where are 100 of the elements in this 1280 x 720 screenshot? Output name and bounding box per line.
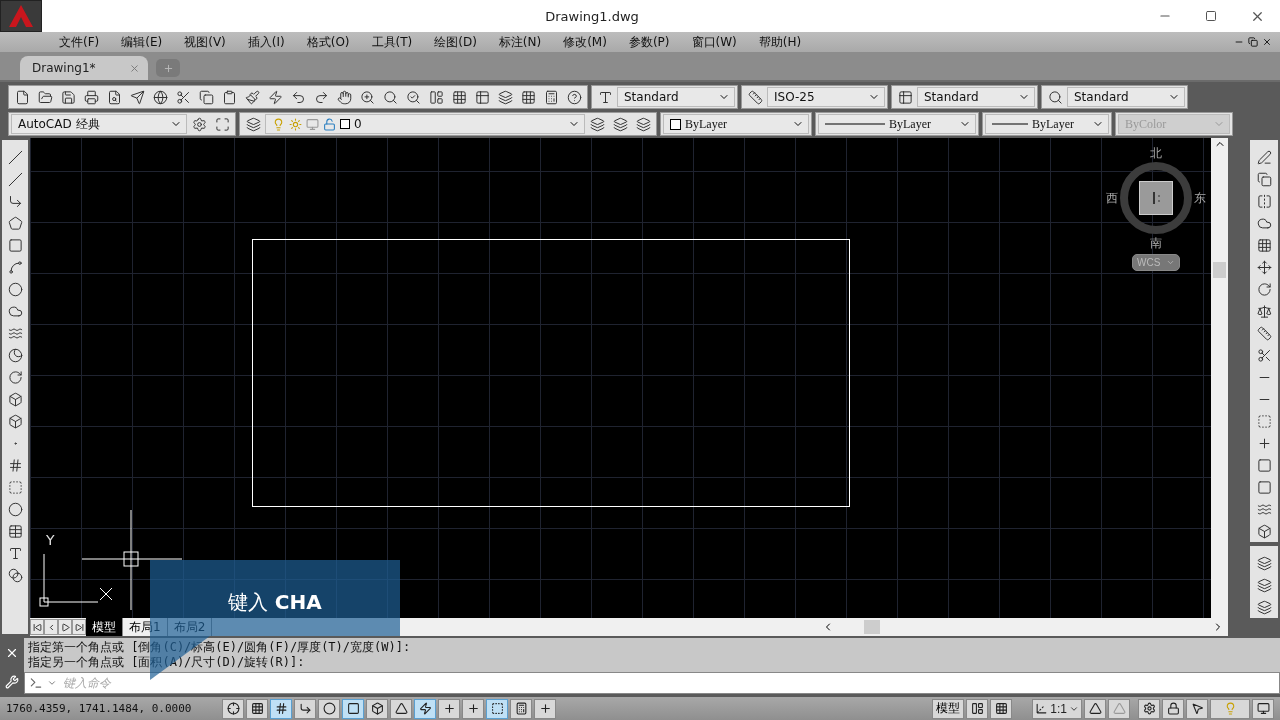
menu-item[interactable]: 参数(P) — [617, 33, 681, 51]
menu-item[interactable]: 标注(N) — [487, 33, 553, 51]
app-logo-icon[interactable] — [0, 0, 42, 32]
workspace-settings-button[interactable] — [1138, 698, 1160, 719]
vertical-scrollbar[interactable] — [1211, 138, 1228, 618]
menu-item[interactable]: 视图(V) — [173, 33, 237, 51]
property-dropdown[interactable]: ByLayer — [985, 114, 1109, 134]
hatch-icon[interactable] — [7, 457, 23, 473]
dimension-style-icon[interactable] — [747, 89, 763, 105]
lock-button[interactable] — [1162, 698, 1184, 719]
snap-toggle[interactable] — [246, 698, 268, 719]
restore-icon[interactable] — [1248, 37, 1258, 47]
paste-icon[interactable] — [221, 89, 237, 105]
annotation-scale-button[interactable]: 1:1 — [1032, 698, 1082, 719]
menu-item[interactable]: 插入(I) — [236, 33, 296, 51]
print-icon[interactable] — [83, 89, 99, 105]
insert-block-icon[interactable] — [7, 391, 23, 407]
zoom-previous-icon[interactable] — [405, 89, 421, 105]
line-icon[interactable] — [7, 149, 23, 165]
folder-icon[interactable] — [37, 89, 53, 105]
undo-icon[interactable] — [290, 89, 306, 105]
command-line-field[interactable]: 键入命令 — [24, 672, 1280, 694]
layout-tab[interactable]: 模型 — [86, 618, 123, 636]
ellipse-arc-icon[interactable] — [7, 369, 23, 385]
tool-palette-icon[interactable] — [474, 89, 490, 105]
object-snap-toggle[interactable] — [342, 698, 364, 719]
zoom-window-icon[interactable] — [382, 89, 398, 105]
grid-toggle[interactable] — [270, 698, 292, 719]
zoom-icon[interactable] — [359, 89, 375, 105]
close-icon[interactable] — [1262, 37, 1272, 47]
annotation-visibility-button[interactable] — [1084, 698, 1106, 719]
pan-icon[interactable] — [336, 89, 352, 105]
rectangle-icon[interactable] — [7, 237, 23, 253]
cut-icon[interactable] — [175, 89, 191, 105]
menu-item[interactable]: 绘图(D) — [423, 33, 488, 51]
menu-item[interactable]: 修改(M) — [552, 33, 618, 51]
add-selected-icon[interactable] — [7, 567, 23, 583]
new-icon[interactable] — [14, 89, 30, 105]
properties-icon[interactable] — [428, 89, 444, 105]
menu-item[interactable]: 工具(T) — [360, 33, 424, 51]
arc-icon[interactable] — [7, 259, 23, 275]
property-dropdown[interactable]: ByLayer — [663, 114, 809, 134]
quick-view-button[interactable] — [990, 698, 1013, 719]
join-icon[interactable] — [1256, 435, 1272, 451]
array-icon[interactable] — [1256, 237, 1272, 253]
construction-line-icon[interactable] — [7, 171, 23, 187]
dynamic-input-toggle[interactable] — [438, 698, 460, 719]
move-icon[interactable] — [1256, 259, 1272, 275]
selection-cycling-toggle[interactable] — [534, 698, 556, 719]
model-space-button[interactable]: 模型 — [932, 698, 965, 719]
menu-item[interactable]: 编辑(E) — [110, 33, 174, 51]
scroll-thumb[interactable] — [1213, 262, 1226, 278]
table-icon[interactable] — [7, 523, 23, 539]
last-icon[interactable] — [74, 622, 84, 632]
style-dropdown[interactable]: ISO-25 — [767, 87, 885, 107]
layer-dropdown[interactable]: 0 — [265, 114, 585, 134]
snap-infer-toggle[interactable] — [222, 698, 244, 719]
trim-icon[interactable] — [1256, 347, 1272, 363]
settings-icon[interactable] — [191, 116, 207, 132]
document-tab[interactable]: Drawing1* — [20, 56, 148, 80]
redo-icon[interactable] — [313, 89, 329, 105]
style-dropdown[interactable]: Standard — [917, 87, 1035, 107]
workspace-dropdown[interactable]: AutoCAD 经典 — [11, 114, 187, 134]
menu-item[interactable]: 格式(O) — [295, 33, 361, 51]
gradient-icon[interactable] — [7, 479, 23, 495]
lineweight-toggle[interactable] — [462, 698, 484, 719]
ellipse-icon[interactable] — [7, 347, 23, 363]
multileader-style-icon[interactable] — [1047, 89, 1063, 105]
layout-view-button[interactable] — [966, 698, 989, 719]
save-icon[interactable] — [60, 89, 76, 105]
mirror-icon[interactable] — [1256, 193, 1272, 209]
text-icon[interactable] — [7, 545, 23, 561]
revision-cloud-icon[interactable] — [7, 303, 23, 319]
brush-icon[interactable] — [244, 89, 260, 105]
menu-item[interactable]: 帮助(H) — [747, 33, 813, 51]
command-input-field[interactable]: 键入命令 — [61, 675, 1279, 691]
style-dropdown[interactable]: Standard — [617, 87, 735, 107]
style-dropdown[interactable]: Standard — [1067, 87, 1185, 107]
workspace-icon[interactable] — [214, 116, 230, 132]
wrench-icon[interactable] — [5, 675, 19, 690]
rotate-icon[interactable] — [1256, 281, 1272, 297]
layer-previous-icon[interactable] — [612, 116, 628, 132]
dynamic-ucs-toggle[interactable] — [414, 698, 436, 719]
next-icon[interactable] — [60, 622, 70, 632]
menu-item[interactable]: 文件(F) — [48, 33, 111, 51]
scroll-thumb[interactable] — [864, 620, 880, 634]
preview-icon[interactable] — [106, 89, 122, 105]
hardware-button[interactable] — [1186, 698, 1208, 719]
copy-object-icon[interactable] — [1256, 171, 1272, 187]
menu-item[interactable]: 窗口(W) — [680, 33, 748, 51]
transparency-toggle[interactable] — [486, 698, 508, 719]
layer-states-icon[interactable] — [635, 116, 651, 132]
polar-toggle[interactable] — [318, 698, 340, 719]
text-style-icon[interactable] — [597, 89, 613, 105]
clean-screen-button[interactable] — [1252, 698, 1274, 719]
erase-icon[interactable] — [1256, 149, 1272, 165]
publish-icon[interactable] — [129, 89, 145, 105]
make-block-icon[interactable] — [7, 413, 23, 429]
property-dropdown[interactable]: ByLayer — [818, 114, 976, 134]
make-current-icon[interactable] — [589, 116, 605, 132]
